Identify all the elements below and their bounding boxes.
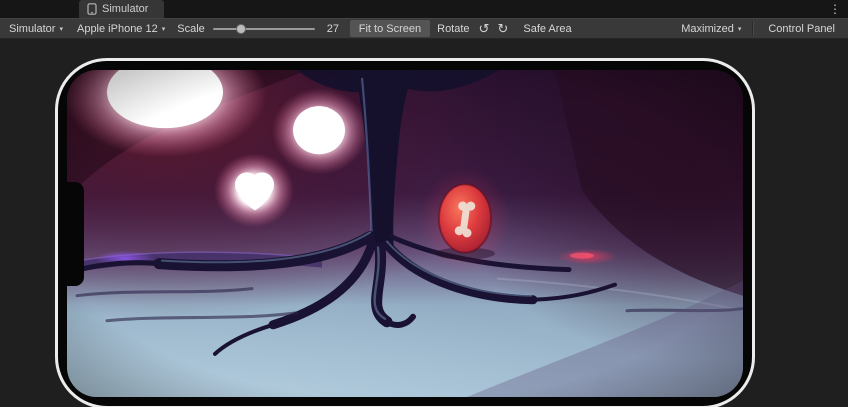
iphone-notch xyxy=(67,182,84,286)
fit-to-screen-button[interactable]: Fit to Screen xyxy=(350,20,430,37)
device-icon xyxy=(87,3,97,15)
rotate-cw-icon[interactable]: ↻ xyxy=(493,19,512,38)
iphone-12-frame xyxy=(55,58,755,407)
window-mode-label: Maximized xyxy=(681,23,734,35)
simulator-toolbar: Simulator ▾ Apple iPhone 12 ▾ Scale 27 F… xyxy=(0,18,848,39)
device-dropdown[interactable]: Apple iPhone 12 ▾ xyxy=(70,19,172,38)
window-mode-dropdown[interactable]: Maximized ▾ xyxy=(674,19,748,38)
rotate-ccw-icon[interactable]: ↺ xyxy=(475,19,494,38)
rotate-label: Rotate xyxy=(432,23,474,35)
scale-slider-knob[interactable] xyxy=(236,24,246,34)
tab-bar: Simulator ⋮ xyxy=(0,0,848,18)
safe-area-button[interactable]: Safe Area xyxy=(514,20,580,37)
scale-slider-track xyxy=(213,28,315,30)
scale-label: Scale xyxy=(172,23,210,35)
chevron-down-icon: ▾ xyxy=(162,25,166,33)
simulator-mode-label: Simulator xyxy=(9,23,55,35)
chevron-down-icon: ▾ xyxy=(59,25,63,33)
scale-slider[interactable] xyxy=(213,19,315,38)
device-dropdown-label: Apple iPhone 12 xyxy=(77,23,158,35)
tab-label: Simulator xyxy=(102,3,148,15)
game-viewport xyxy=(0,39,848,407)
unity-simulator-window: Simulator ⋮ Simulator ▾ Apple iPhone 12 … xyxy=(0,0,848,407)
scale-value: 27 xyxy=(318,23,348,35)
window-menu-icon[interactable]: ⋮ xyxy=(822,0,848,18)
tab-simulator[interactable]: Simulator xyxy=(79,0,164,18)
toolbar-separator xyxy=(752,22,753,35)
simulated-screen[interactable] xyxy=(67,70,743,397)
control-panel-button[interactable]: Control Panel xyxy=(759,20,844,37)
game-scene xyxy=(67,70,743,397)
chevron-down-icon: ▾ xyxy=(738,25,742,33)
simulator-mode-dropdown[interactable]: Simulator ▾ xyxy=(2,19,70,38)
